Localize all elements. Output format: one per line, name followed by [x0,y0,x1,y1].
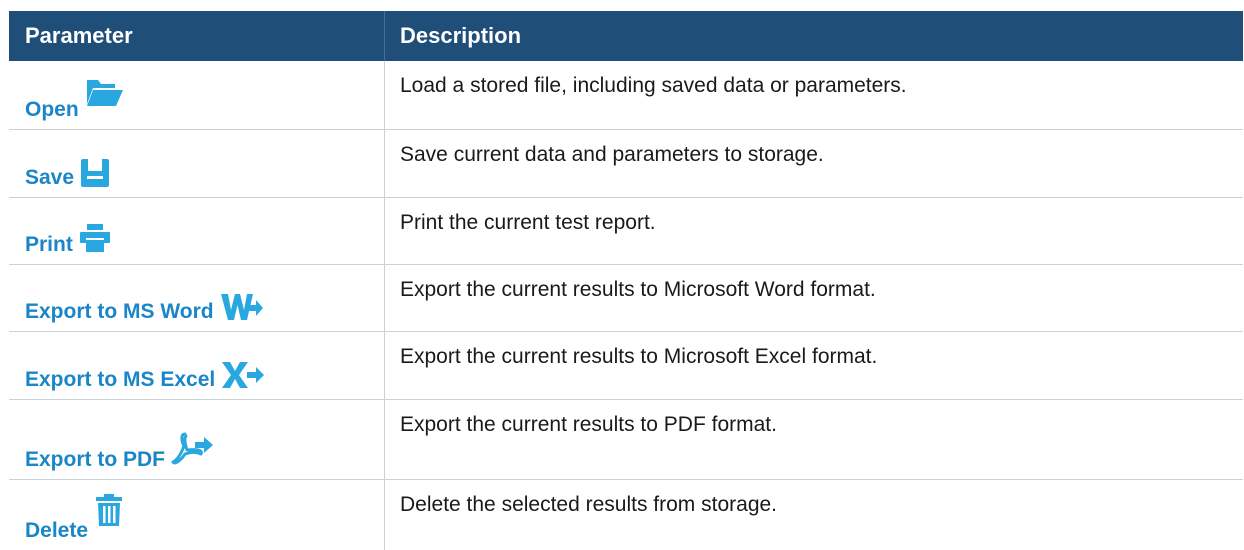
parameter-cell: Export to MS Word [9,265,385,331]
parameter-cell: Export to MS Excel [9,332,385,399]
description-cell: Delete the selected results from storage… [400,493,778,516]
pdf-export-icon [171,432,215,466]
parameter-cell: Save [9,130,385,197]
word-export-icon [220,292,264,322]
parameter-label: Export to PDF [25,448,165,471]
printer-icon [79,223,111,253]
parameter-cell: Export to PDF [9,400,385,479]
parameter-cell: Open [9,61,385,129]
table-row-print: Print Print the current test report. [9,198,1243,265]
trash-icon [94,493,124,527]
parameter-cell: Delete [9,480,385,550]
parameter-cell: Print [9,198,385,264]
parameter-table: Parameter Description Open Load a stored… [9,11,1243,550]
table-row-save: Save Save current data and parameters to… [9,130,1243,198]
header-parameter: Parameter [9,11,385,61]
table-row-export-excel: Export to MS Excel Export the current re… [9,332,1243,400]
description-cell: Save current data and parameters to stor… [400,143,824,166]
parameter-label: Print [25,233,73,256]
table-row-export-word: Export to MS Word Export the current res… [9,265,1243,332]
description-cell: Export the current results to PDF format… [400,413,777,436]
table-header-row: Parameter Description [9,11,1243,61]
parameter-label: Export to MS Word [25,300,214,323]
description-cell: Export the current results to Microsoft … [400,278,876,301]
description-cell: Print the current test report. [400,211,656,234]
description-cell: Load a stored file, including saved data… [400,74,907,97]
table-row-export-pdf: Export to PDF Export the current results… [9,400,1243,480]
table-row-delete: Delete Delete the selected results from … [9,480,1243,550]
header-description: Description [400,23,522,48]
parameter-label: Open [25,98,79,121]
parameter-label: Save [25,166,75,189]
folder-open-icon [85,76,125,108]
parameter-label: Export to MS Excel [25,368,216,391]
table-row-open: Open Load a stored file, including saved… [9,61,1243,130]
floppy-disk-icon [80,158,110,188]
description-cell: Export the current results to Microsoft … [400,345,878,368]
excel-export-icon [221,360,265,390]
parameter-label: Delete [25,519,89,542]
